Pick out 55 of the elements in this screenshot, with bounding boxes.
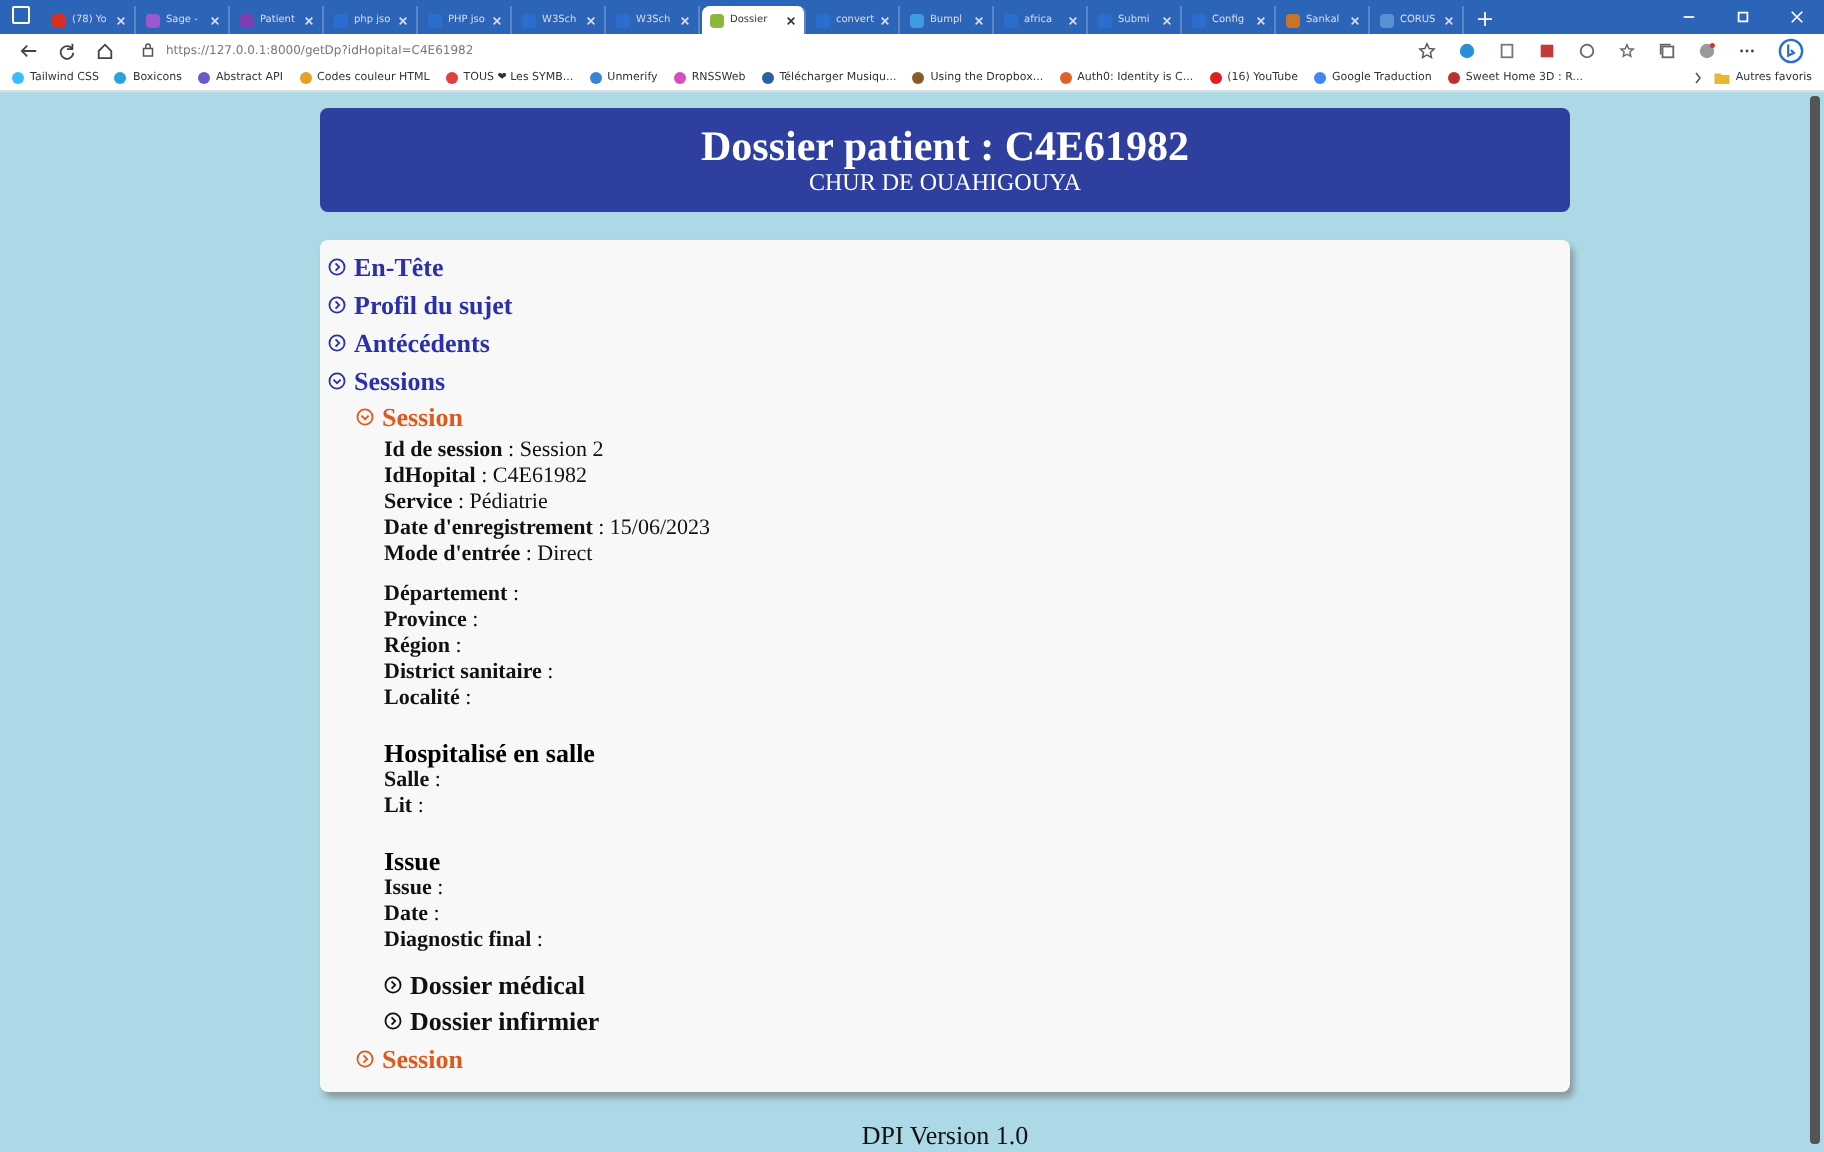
field-line: Id de session : Session 2 <box>384 437 606 464</box>
favorites-icon[interactable] <box>1618 41 1636 59</box>
tab-actions-icon[interactable] <box>12 6 30 24</box>
extension-icon[interactable] <box>1458 41 1476 59</box>
field-line: Lit : <box>384 793 426 820</box>
avatar-icon[interactable] <box>1698 41 1716 59</box>
home-icon[interactable] <box>96 41 114 59</box>
extension-icon[interactable] <box>1538 41 1556 59</box>
star-icon[interactable] <box>1418 41 1436 59</box>
close-icon[interactable] <box>786 15 796 25</box>
reader-icon[interactable] <box>1498 41 1516 59</box>
back-icon[interactable] <box>20 41 38 59</box>
bing-icon[interactable] <box>1778 37 1804 63</box>
field-line: Date : <box>384 901 442 928</box>
section-toggle[interactable]: Session <box>382 1041 463 1078</box>
field-line: IdHopital : C4E61982 <box>384 463 589 490</box>
expand-icon[interactable] <box>328 295 346 314</box>
field-line: Localité : <box>384 685 474 712</box>
collections-icon[interactable] <box>1658 41 1676 59</box>
folder-icon <box>1713 72 1730 84</box>
field-line: Province : <box>384 607 481 634</box>
expand-icon[interactable] <box>328 257 346 276</box>
group-heading: Hospitalisé en salle <box>384 737 597 768</box>
minimize-icon[interactable] <box>1682 10 1696 24</box>
expand-icon[interactable] <box>384 976 402 995</box>
restore-icon[interactable] <box>1736 10 1750 24</box>
field-line: Salle : <box>384 767 441 794</box>
section-toggle[interactable]: Dossier infirmier <box>410 1003 600 1040</box>
expand-icon[interactable] <box>328 333 346 352</box>
reload-icon[interactable] <box>58 41 76 59</box>
hospital-name: CHUR DE OUAHIGOUYA <box>809 169 1081 196</box>
field-line: Département : <box>384 581 522 608</box>
field-line: Mode d'entrée : Direct <box>384 541 595 568</box>
field-line: Région : <box>384 633 464 660</box>
field-line: Diagnostic final : <box>384 927 545 954</box>
history-icon[interactable] <box>1578 41 1596 59</box>
version-text: DPI Version 1.0 <box>861 1120 1029 1152</box>
new-tab-icon[interactable] <box>1478 12 1492 26</box>
collapse-icon[interactable] <box>328 371 346 390</box>
more-bookmarks-icon[interactable] <box>1693 72 1702 84</box>
scrollbar[interactable] <box>1810 96 1820 1144</box>
section-toggle[interactable]: Antécédents <box>354 323 490 362</box>
field-line: Service : Pédiatrie <box>384 489 550 516</box>
field-line: Issue : <box>384 875 446 902</box>
page-title: Dossier patient : C4E61982 <box>700 123 1190 170</box>
section-toggle[interactable]: Session <box>382 399 463 436</box>
field-line: District sanitaire : <box>384 659 556 686</box>
section-toggle[interactable]: Profil du sujet <box>354 285 513 324</box>
section-toggle[interactable]: Sessions <box>354 361 446 400</box>
expand-icon[interactable] <box>384 1012 402 1031</box>
section-toggle[interactable]: Dossier médical <box>410 967 585 1004</box>
section-toggle[interactable]: En-Tête <box>354 247 444 286</box>
field-line: Date d'enregistrement : 15/06/2023 <box>384 515 713 542</box>
lock-icon <box>142 42 154 58</box>
group-heading: Issue <box>384 845 443 876</box>
